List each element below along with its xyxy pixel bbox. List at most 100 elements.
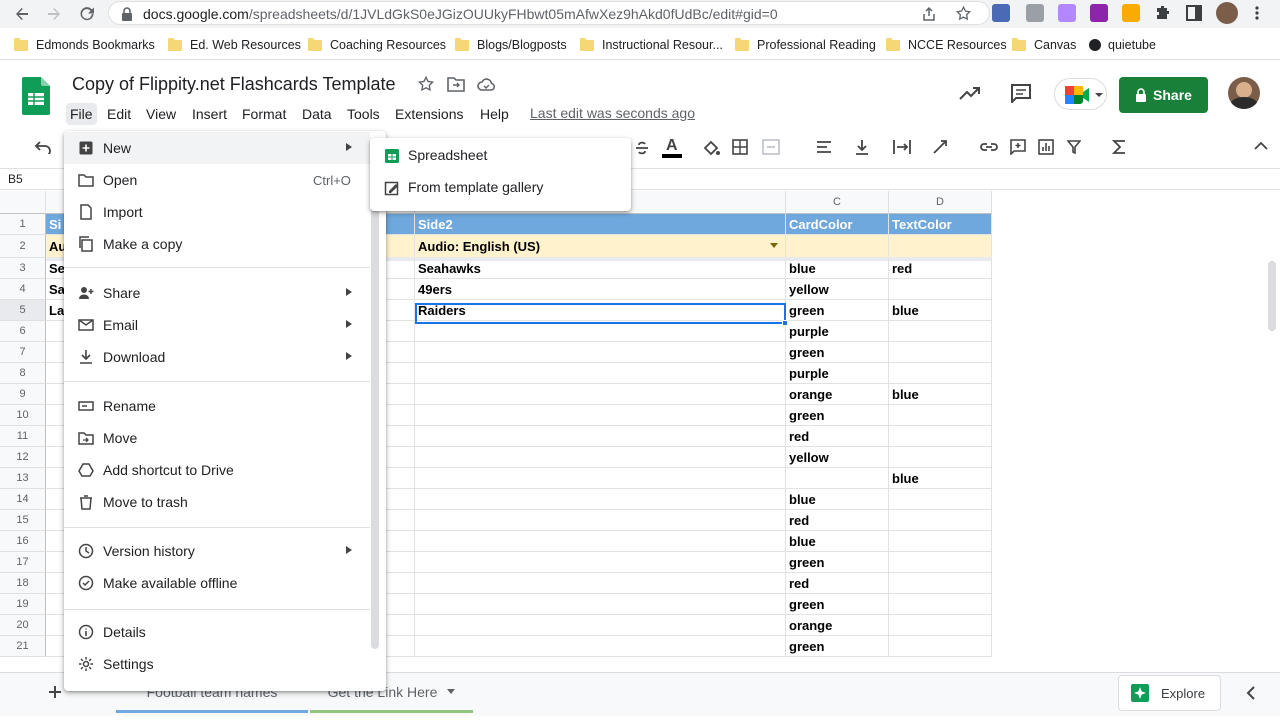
data-cell-b[interactable]: 49ers bbox=[415, 279, 786, 300]
data-cell-c[interactable]: orange bbox=[786, 615, 889, 636]
kebab-menu-icon[interactable] bbox=[1252, 5, 1262, 21]
filter-icon[interactable] bbox=[1067, 140, 1081, 154]
share-button[interactable]: Share bbox=[1119, 77, 1208, 113]
file-menu-new[interactable]: New bbox=[64, 132, 370, 164]
data-cell-b[interactable] bbox=[415, 573, 786, 594]
file-menu-move[interactable]: Move bbox=[64, 422, 370, 454]
profile-avatar[interactable] bbox=[1216, 2, 1238, 24]
data-cell-c[interactable]: purple bbox=[786, 363, 889, 384]
file-menu-email[interactable]: Email bbox=[64, 309, 370, 341]
column-header-c[interactable]: C bbox=[786, 191, 889, 214]
submenu-template-gallery[interactable]: From template gallery bbox=[370, 171, 631, 203]
data-cell-b[interactable]: Raiders bbox=[415, 300, 786, 321]
extension-icon-2[interactable] bbox=[1026, 4, 1044, 22]
row-header[interactable]: 15 bbox=[0, 510, 46, 531]
last-edit-link[interactable]: Last edit was seconds ago bbox=[530, 105, 695, 121]
row-header[interactable]: 13 bbox=[0, 468, 46, 489]
bookmark-quietube[interactable]: quietube bbox=[1088, 37, 1156, 53]
row-header[interactable]: 7 bbox=[0, 342, 46, 363]
row-header[interactable]: 14 bbox=[0, 489, 46, 510]
bookmark-coaching[interactable]: Coaching Resources bbox=[308, 37, 446, 53]
data-cell-d[interactable] bbox=[889, 426, 992, 447]
data-cell-b[interactable] bbox=[415, 510, 786, 531]
explore-button[interactable]: Explore bbox=[1118, 675, 1221, 711]
trending-icon[interactable] bbox=[958, 85, 982, 101]
data-cell-d[interactable] bbox=[889, 405, 992, 426]
header-cell-c[interactable]: CardColor bbox=[786, 214, 889, 235]
data-cell-c[interactable]: green bbox=[786, 342, 889, 363]
row-header[interactable]: 12 bbox=[0, 447, 46, 468]
vertical-align-icon[interactable] bbox=[855, 139, 869, 155]
data-cell-c[interactable]: red bbox=[786, 573, 889, 594]
select-all-corner[interactable] bbox=[0, 191, 46, 214]
menu-help[interactable]: Help bbox=[476, 103, 513, 125]
data-cell-c[interactable]: red bbox=[786, 510, 889, 531]
data-cell-b[interactable] bbox=[415, 552, 786, 573]
row-header[interactable]: 2 bbox=[0, 235, 46, 258]
data-cell-b[interactable] bbox=[415, 531, 786, 552]
column-header-d[interactable]: D bbox=[889, 191, 992, 214]
data-cell-d[interactable] bbox=[889, 552, 992, 573]
row-header[interactable]: 19 bbox=[0, 594, 46, 615]
menu-file[interactable]: File bbox=[66, 103, 97, 125]
row-header[interactable]: 16 bbox=[0, 531, 46, 552]
text-color-button[interactable]: A bbox=[661, 137, 683, 159]
address-bar[interactable]: docs.google.com/spreadsheets/d/1JVLdGkS0… bbox=[108, 1, 990, 25]
bookmark-blogs[interactable]: Blogs/Blogposts bbox=[455, 37, 567, 53]
data-cell-c[interactable]: blue bbox=[786, 489, 889, 510]
row-header[interactable]: 4 bbox=[0, 279, 46, 300]
header-cell-d[interactable]: TextColor bbox=[889, 214, 992, 235]
data-cell-b[interactable] bbox=[415, 636, 786, 657]
data-cell-d[interactable] bbox=[889, 594, 992, 615]
row-header[interactable]: 18 bbox=[0, 573, 46, 594]
back-icon[interactable] bbox=[14, 6, 30, 22]
sheets-logo-icon[interactable] bbox=[22, 77, 50, 115]
extension-icon-5[interactable] bbox=[1122, 4, 1140, 22]
menu-insert[interactable]: Insert bbox=[188, 103, 231, 125]
document-title[interactable]: Copy of Flippity.net Flashcards Template bbox=[72, 74, 395, 95]
header-cell-b[interactable]: Side2 bbox=[415, 214, 786, 235]
data-cell-c[interactable]: purple bbox=[786, 321, 889, 342]
row-header[interactable]: 20 bbox=[0, 615, 46, 636]
file-menu-version-history[interactable]: Version history bbox=[64, 535, 370, 567]
data-cell-c[interactable]: blue bbox=[786, 531, 889, 552]
fill-handle[interactable] bbox=[782, 320, 788, 326]
vertical-scrollbar[interactable] bbox=[1268, 261, 1276, 331]
extension-icon-1[interactable] bbox=[992, 4, 1010, 22]
file-menu-make-a-copy[interactable]: Make a copy bbox=[64, 228, 370, 260]
data-cell-c[interactable]: green bbox=[786, 594, 889, 615]
file-menu-share[interactable]: Share bbox=[64, 277, 370, 309]
bookmark-instructional[interactable]: Instructional Resour... bbox=[580, 37, 723, 53]
row-header[interactable]: 8 bbox=[0, 363, 46, 384]
bookmark-edmonds[interactable]: Edmonds Bookmarks bbox=[14, 37, 155, 53]
row-header[interactable]: 10 bbox=[0, 405, 46, 426]
dropdown-arrow-icon[interactable] bbox=[770, 243, 778, 248]
menu-data[interactable]: Data bbox=[298, 103, 336, 125]
comments-icon[interactable] bbox=[1010, 83, 1032, 103]
account-avatar[interactable] bbox=[1228, 77, 1260, 109]
data-cell-d[interactable]: blue bbox=[889, 300, 992, 321]
extension-icon-4[interactable] bbox=[1090, 4, 1108, 22]
file-menu-add-shortcut-to-drive[interactable]: Add shortcut to Drive bbox=[64, 454, 370, 486]
reload-icon[interactable] bbox=[78, 5, 96, 23]
data-cell-d[interactable] bbox=[889, 342, 992, 363]
puzzle-icon[interactable] bbox=[1154, 4, 1172, 22]
audio-cell-d[interactable] bbox=[889, 235, 992, 258]
bookmark-professional[interactable]: Professional Reading bbox=[735, 37, 876, 53]
data-cell-b[interactable] bbox=[415, 594, 786, 615]
text-wrap-icon[interactable] bbox=[893, 139, 911, 155]
data-cell-d[interactable] bbox=[889, 279, 992, 300]
data-cell-b[interactable] bbox=[415, 342, 786, 363]
data-cell-c[interactable]: yellow bbox=[786, 279, 889, 300]
data-cell-c[interactable]: red bbox=[786, 426, 889, 447]
audio-cell-b[interactable]: Audio: English (US) bbox=[415, 235, 786, 258]
data-cell-b[interactable] bbox=[415, 321, 786, 342]
forward-icon[interactable] bbox=[46, 6, 62, 22]
star-icon[interactable] bbox=[417, 75, 435, 93]
row-header[interactable]: 9 bbox=[0, 384, 46, 405]
audio-cell-c[interactable] bbox=[786, 235, 889, 258]
data-cell-d[interactable] bbox=[889, 531, 992, 552]
data-cell-d[interactable] bbox=[889, 615, 992, 636]
chevron-left-icon[interactable] bbox=[1246, 686, 1255, 700]
menu-format[interactable]: Format bbox=[238, 103, 290, 125]
